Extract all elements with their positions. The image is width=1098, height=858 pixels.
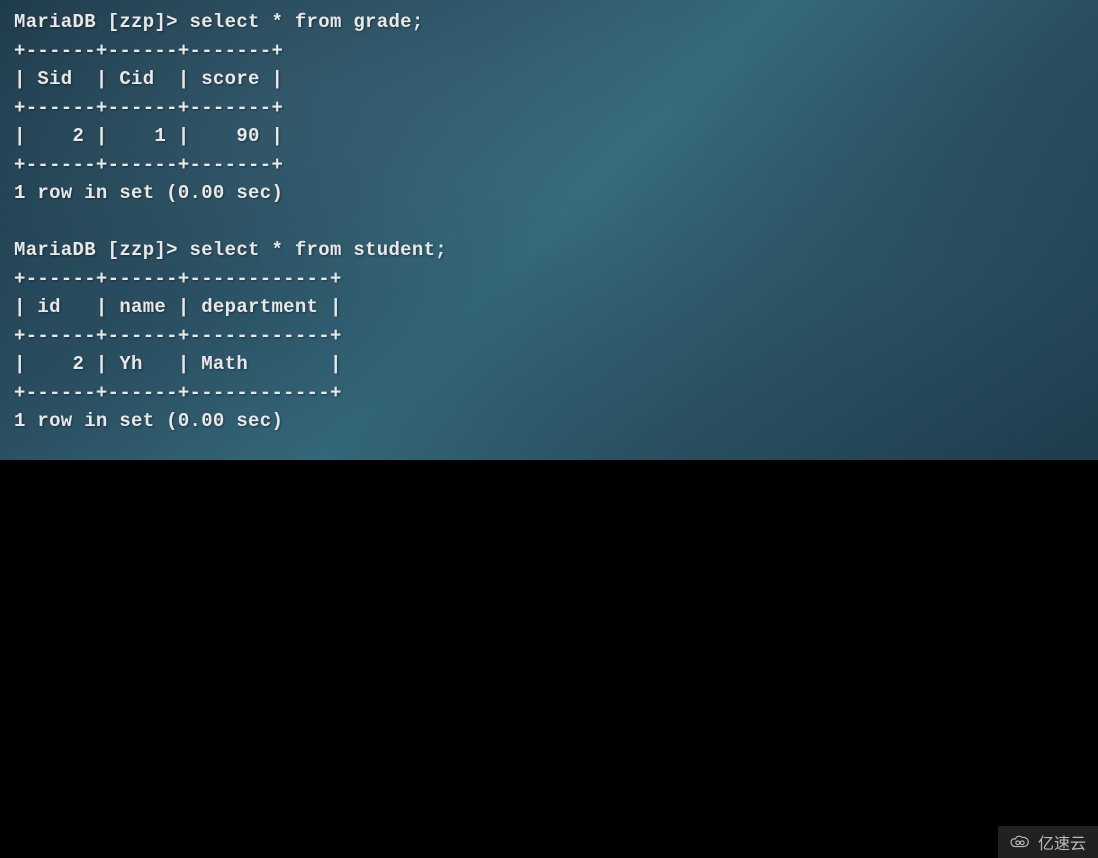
sql-statement: select * from student; [190, 239, 447, 261]
terminal-output[interactable]: MariaDB [zzp]> select * from grade; +---… [0, 0, 1098, 460]
table-border: +------+------+------------+ [14, 379, 1084, 408]
result-summary: 1 row in set (0.00 sec) [14, 179, 1084, 208]
cloud-icon [1008, 833, 1032, 851]
table-header: | id | name | department | [14, 293, 1084, 322]
table-border: +------+------+------------+ [14, 322, 1084, 351]
blank-line [14, 208, 1084, 237]
table-border: +------+------+-------+ [14, 37, 1084, 66]
table-border: +------+------+-------+ [14, 94, 1084, 123]
result-summary: 1 row in set (0.00 sec) [14, 407, 1084, 436]
table-row: | 2 | 1 | 90 | [14, 122, 1084, 151]
table-border: +------+------+------------+ [14, 265, 1084, 294]
prompt: MariaDB [zzp]> [14, 239, 190, 261]
empty-area [0, 460, 1098, 858]
prompt: MariaDB [zzp]> [14, 11, 190, 33]
table-header: | Sid | Cid | score | [14, 65, 1084, 94]
watermark-text: 亿速云 [1038, 830, 1086, 854]
sql-statement: select * from grade; [190, 11, 424, 33]
table-border: +------+------+-------+ [14, 151, 1084, 180]
table-row: | 2 | Yh | Math | [14, 350, 1084, 379]
query1-line: MariaDB [zzp]> select * from grade; [14, 8, 1084, 37]
query2-line: MariaDB [zzp]> select * from student; [14, 236, 1084, 265]
watermark: 亿速云 [998, 826, 1098, 858]
